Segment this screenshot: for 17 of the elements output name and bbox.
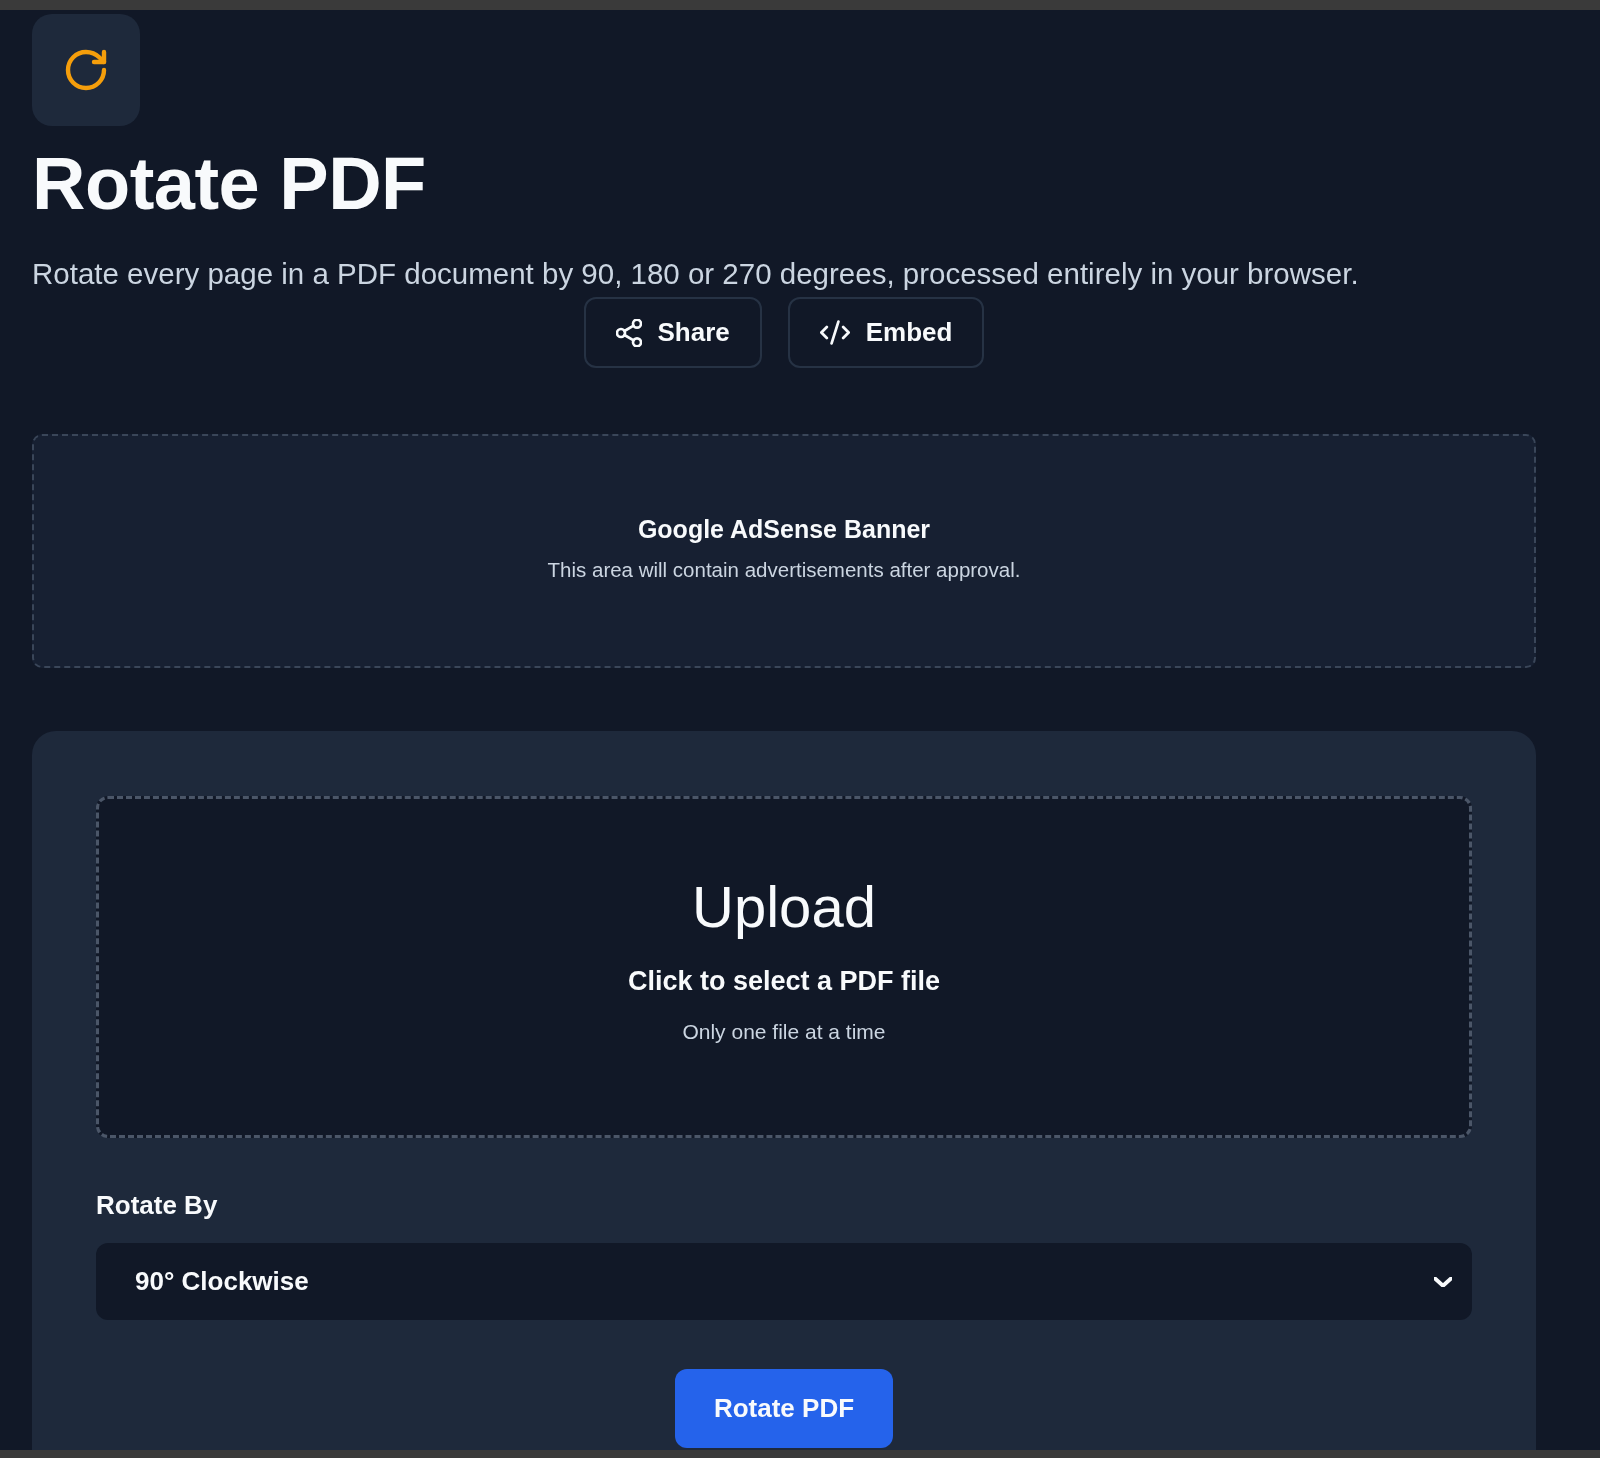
chevron-down-icon bbox=[1434, 1276, 1452, 1287]
share-icon bbox=[615, 318, 642, 347]
embed-button[interactable]: Embed bbox=[787, 297, 985, 368]
ad-banner-title: Google AdSense Banner bbox=[637, 513, 931, 544]
upload-dropzone[interactable]: Upload Click to select a PDF file Only one file at a time bbox=[96, 796, 1472, 1138]
rotate-pdf-button[interactable]: Rotate PDF bbox=[675, 1369, 893, 1448]
rotate-icon bbox=[32, 14, 140, 126]
upload-hint: Only one file at a time bbox=[682, 1019, 886, 1045]
upload-instruction: Click to select a PDF file bbox=[627, 965, 941, 998]
code-icon bbox=[819, 320, 850, 345]
upload-heading: Upload bbox=[692, 874, 876, 940]
share-button[interactable]: Share bbox=[583, 297, 762, 368]
rotate-by-label: Rotate By bbox=[96, 1190, 219, 1221]
rotation-select[interactable]: 90° Clockwise bbox=[96, 1243, 1472, 1320]
page-description: Rotate every page in a PDF document by 90, 180 or 270 degrees, processed entirely in your browser. bbox=[32, 256, 1360, 292]
ad-banner-text: This area will contain advertisements after approval. bbox=[547, 556, 1021, 583]
page-title: Rotate PDF bbox=[32, 147, 427, 221]
